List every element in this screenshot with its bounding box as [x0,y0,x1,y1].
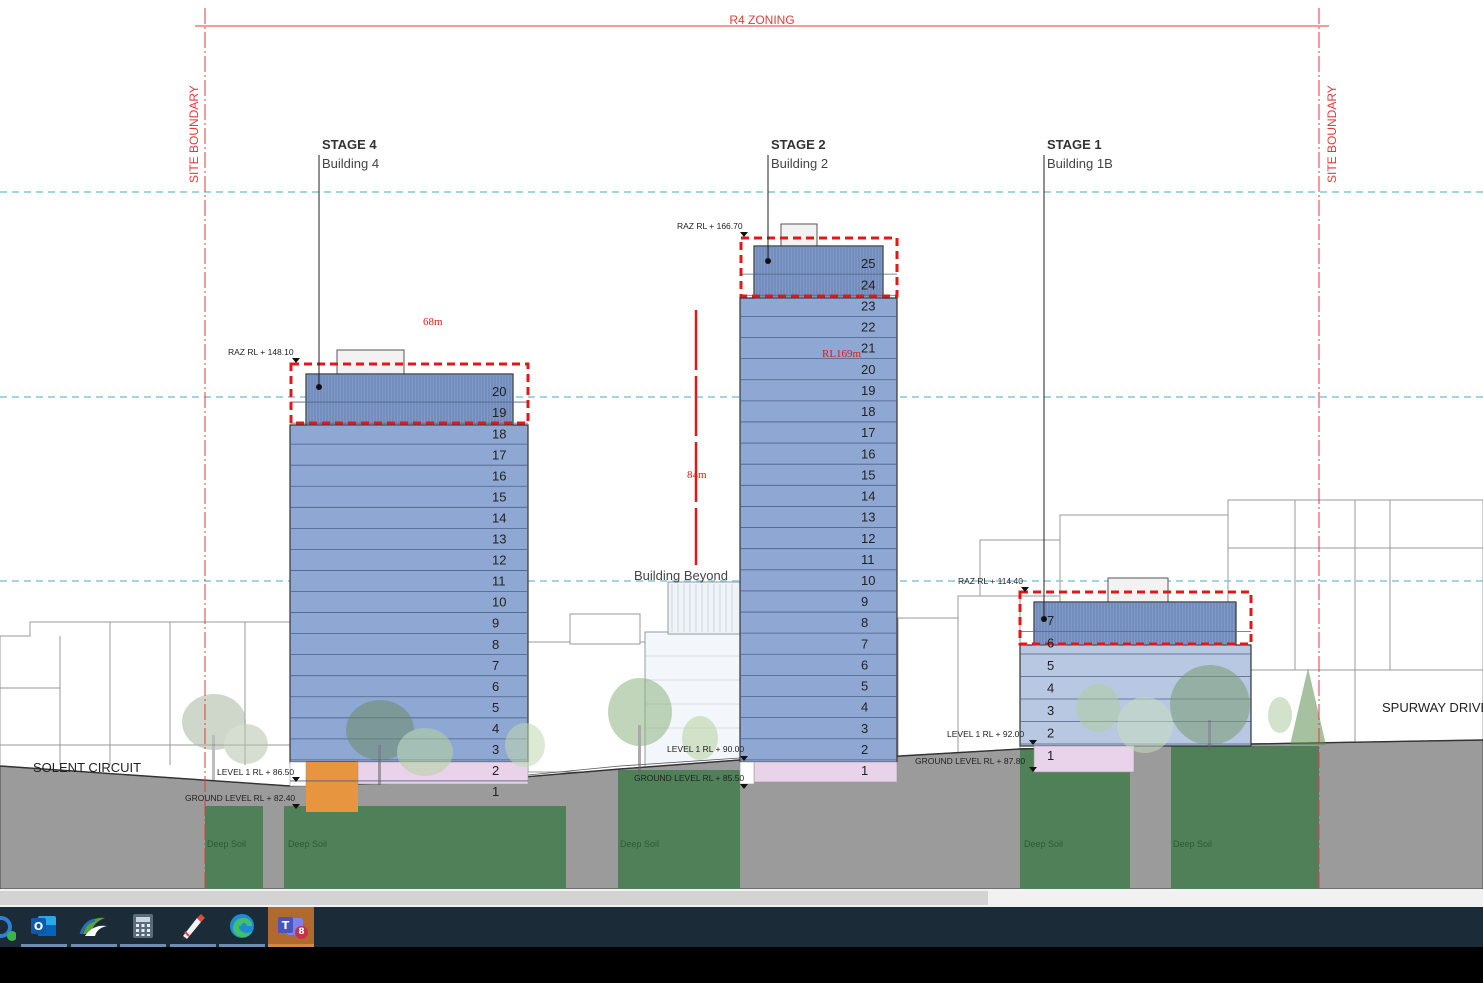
floor-number: 13 [861,510,875,525]
calculator-icon[interactable] [120,907,166,947]
floor-number: 16 [861,446,875,461]
floor-number: 8 [492,637,499,652]
floor-number: 16 [492,468,506,483]
floor-number: 2 [1047,726,1054,741]
floor-number: 21 [861,341,875,356]
deep-soil-label: Deep Soil [207,839,246,849]
teams-notification-badge: 8 [295,926,308,939]
floor-number: 23 [861,298,875,313]
floor-number: 4 [861,700,868,715]
annotation-68m: 68m [423,316,443,328]
deep-soil-label: Deep Soil [288,839,327,849]
floor-number: 7 [1047,613,1054,628]
floor-number: 11 [492,574,506,589]
floor-number: 11 [861,552,875,567]
floor-number: 17 [492,447,506,462]
floor-number: 18 [492,426,506,441]
building-4-ground-label: GROUND LEVEL RL + 82.40 [185,793,295,803]
floor-number: 12 [861,531,875,546]
floor-number: 1 [492,784,499,799]
architectural-elevation-drawing: R4 ZONING SITE BOUNDARY SITE BOUNDARY ST… [0,8,1483,889]
floor-number: 6 [861,657,868,672]
floor-number: 10 [492,595,506,610]
deep-soil-zone [618,770,740,889]
floor-number: 14 [492,510,506,525]
document-viewport[interactable]: R4 ZONING SITE BOUNDARY SITE BOUNDARY ST… [0,0,1483,889]
building-beyond-label: Building Beyond [634,568,728,583]
floor-number: 1 [861,763,868,778]
floor-number: 24 [861,277,875,292]
building-1b-floor-numbers: 7 6 5 4 3 2 1 [1047,613,1054,763]
floor-number: 15 [492,489,506,504]
floor-number: 9 [861,594,868,609]
building-4-raz-label: RAZ RL + 148.10 [228,347,294,357]
floor-number: 6 [492,679,499,694]
stage-4-title: STAGE 4 [322,137,377,152]
screen-bottom-edge [0,947,1483,983]
building-1b-level1-label: LEVEL 1 RL + 92.00 [947,729,1024,739]
floor-number: 5 [861,679,868,694]
building-2-level1-label: LEVEL 1 RL + 90.00 [667,744,744,754]
floor-number: 3 [861,721,868,736]
floor-number: 3 [492,742,499,757]
floor-number: 15 [861,467,875,482]
floor-number: 18 [861,404,875,419]
stage-1-title: STAGE 1 [1047,137,1102,152]
zoning-label: R4 ZONING [729,13,794,27]
floor-number: 9 [492,616,499,631]
building-4-name: Building 4 [322,156,379,171]
street-label-solent: SOLENT CIRCUIT [33,760,141,775]
scrollbar-thumb[interactable] [0,891,988,905]
floor-number: 20 [861,362,875,377]
floor-number: 14 [861,489,875,504]
floor-number: 22 [861,320,875,335]
floor-number: 20 [492,384,506,399]
site-boundary-label-right: SITE BOUNDARY [1325,85,1339,183]
floor-number: 17 [861,425,875,440]
floor-number: 2 [861,742,868,757]
horizontal-scrollbar[interactable] [0,889,1483,907]
floor-number: 19 [861,383,875,398]
floor-number: 1 [1047,748,1054,763]
annotation-rl169m: RL169m [822,348,862,360]
windows-taskbar: O T 8 [0,907,1483,947]
floor-number: 2 [492,763,499,778]
outlook-icon[interactable]: O [21,907,67,947]
deep-soil-label: Deep Soil [1173,839,1212,849]
stage-2-title: STAGE 2 [771,137,826,152]
floor-number: 6 [1047,636,1054,651]
street-label-spurway: SPURWAY DRIVE [1382,700,1483,715]
floor-number: 5 [492,700,499,715]
edge-browser-icon[interactable] [219,907,265,947]
floor-number: 7 [492,658,499,673]
floor-number: 19 [492,405,506,420]
floor-number: 10 [861,573,875,588]
pen-drawing-app-icon[interactable] [170,907,216,947]
floor-number: 7 [861,636,868,651]
building-1b-ground-label: GROUND LEVEL RL + 87.80 [915,756,1025,766]
floor-number: 13 [492,532,506,547]
floor-number: 25 [861,256,875,271]
teams-icon[interactable]: T 8 [268,907,314,947]
floor-number: 4 [1047,681,1054,696]
deep-soil-label: Deep Soil [620,839,659,849]
deep-soil-zone [1171,746,1319,889]
floor-number: 4 [492,721,499,736]
svg-text:T: T [282,919,290,932]
floor-number: 8 [861,615,868,630]
annotation-84m: 84m [687,469,707,481]
floor-number: 12 [492,553,506,568]
building-4-level1-label: LEVEL 1 RL + 86.50 [217,767,294,777]
building-1b-name: Building 1B [1047,156,1113,171]
site-boundary-label-left: SITE BOUNDARY [187,85,201,183]
svg-text:O: O [34,920,43,933]
floor-number: 5 [1047,658,1054,673]
citrix-icon[interactable] [71,907,117,947]
building-2-name: Building 2 [771,156,828,171]
building-2-ground-label: GROUND LEVEL RL + 85.50 [634,773,744,783]
floor-number: 3 [1047,703,1054,718]
building-2-raz-label: RAZ RL + 166.70 [677,221,743,231]
deep-soil-label: Deep Soil [1024,839,1063,849]
building-1b-raz-label: RAZ RL + 114.40 [958,576,1023,586]
